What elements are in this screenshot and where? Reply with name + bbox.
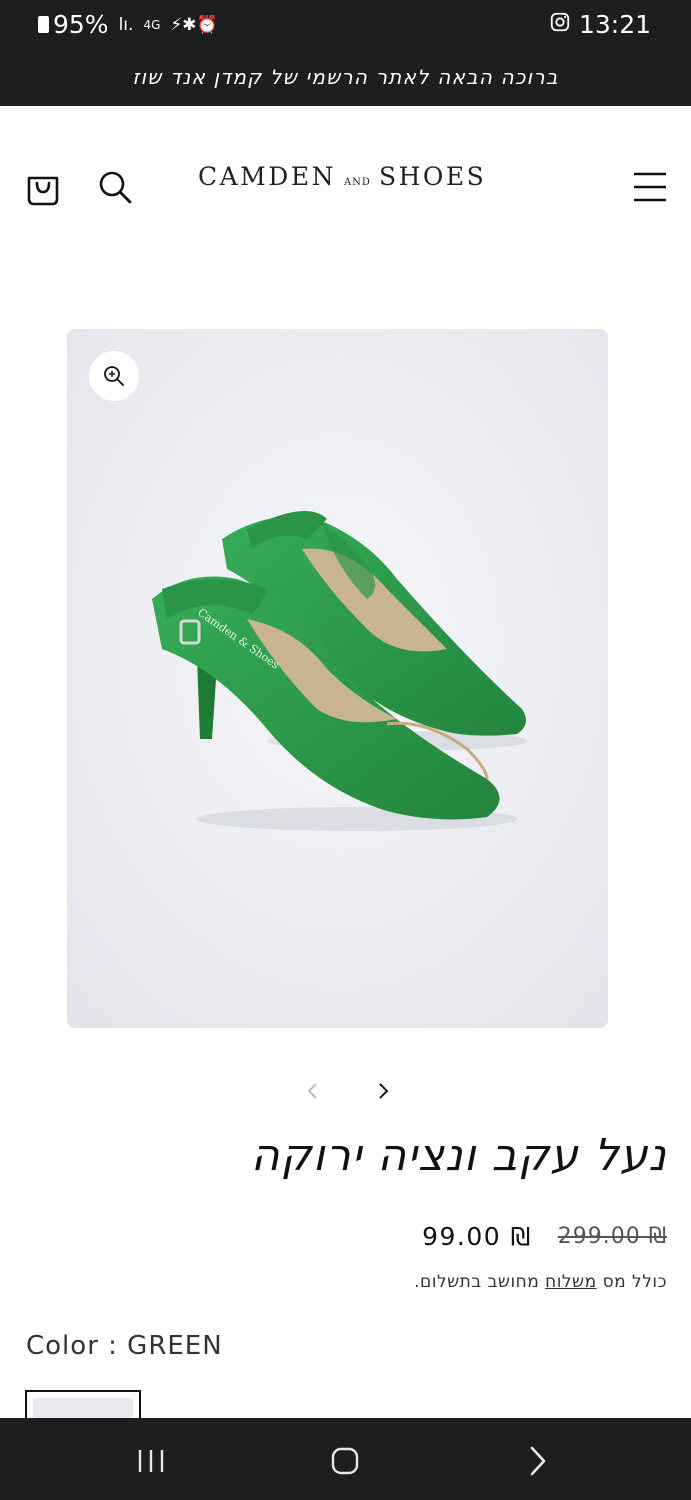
site-header: CAMDEN AND SHOES bbox=[0, 106, 691, 266]
slider-next-button[interactable] bbox=[372, 1078, 396, 1104]
network-icon: 4G bbox=[143, 17, 161, 32]
recents-icon bbox=[138, 1450, 164, 1472]
system-nav-bar bbox=[0, 1418, 691, 1500]
product-title: נעל עקב ונציה ירוקה bbox=[250, 1130, 667, 1181]
status-left: 95% lı. 4G ⚡✱⏰ bbox=[38, 10, 218, 39]
tax-prefix: כולל מס bbox=[602, 1272, 667, 1292]
site-logo[interactable]: CAMDEN AND SHOES bbox=[198, 162, 486, 191]
cart-icon[interactable] bbox=[24, 169, 62, 211]
shipping-link[interactable]: משלוח bbox=[545, 1272, 597, 1292]
tax-note: כולל מס משלוח מחושב בתשלום. bbox=[414, 1272, 667, 1292]
product-image[interactable]: Camden & Shoes bbox=[67, 329, 608, 1028]
signal-icon: lı. bbox=[118, 14, 134, 35]
status-bar: 95% lı. 4G ⚡✱⏰ 13:21 bbox=[0, 0, 691, 48]
status-right: 13:21 bbox=[549, 10, 651, 39]
zoom-button[interactable] bbox=[89, 351, 139, 401]
zoom-icon bbox=[104, 366, 124, 386]
color-label: Color : GREEN bbox=[26, 1331, 223, 1361]
status-icons: ⚡✱⏰ bbox=[170, 14, 218, 35]
compare-price: ₪ 299.00 bbox=[557, 1224, 667, 1249]
logo-word-shoes: SHOES bbox=[378, 162, 487, 191]
menu-icon[interactable] bbox=[634, 172, 666, 206]
announcement-text: ברוכה הבאה לאתר הרשמי של קמדן אנד שוז bbox=[132, 65, 559, 89]
chevron-left-icon bbox=[307, 1083, 317, 1099]
clock: 13:21 bbox=[578, 10, 651, 39]
battery-icon bbox=[38, 16, 49, 33]
sale-price: ₪ 99.00 bbox=[422, 1222, 532, 1251]
back-button[interactable] bbox=[528, 1446, 548, 1480]
battery-level: 95% bbox=[53, 10, 109, 39]
shoe-illustration: Camden & Shoes bbox=[67, 329, 608, 1028]
home-icon bbox=[331, 1447, 359, 1475]
tax-suffix: מחושב בתשלום. bbox=[414, 1272, 540, 1292]
slider-prev-button[interactable] bbox=[300, 1078, 324, 1104]
back-icon bbox=[530, 1446, 546, 1476]
instagram-icon bbox=[549, 10, 571, 39]
logo-word-and: AND bbox=[343, 177, 371, 188]
search-icon[interactable] bbox=[97, 169, 133, 209]
price-row: ₪ 299.00 ₪ 99.00 bbox=[422, 1222, 667, 1251]
recents-button[interactable] bbox=[137, 1448, 165, 1478]
logo-word-camden: CAMDEN bbox=[198, 162, 336, 191]
home-button[interactable] bbox=[330, 1446, 360, 1480]
chevron-right-icon bbox=[379, 1083, 389, 1099]
announcement-bar: ברוכה הבאה לאתר הרשמי של קמדן אנד שוז bbox=[0, 48, 691, 106]
